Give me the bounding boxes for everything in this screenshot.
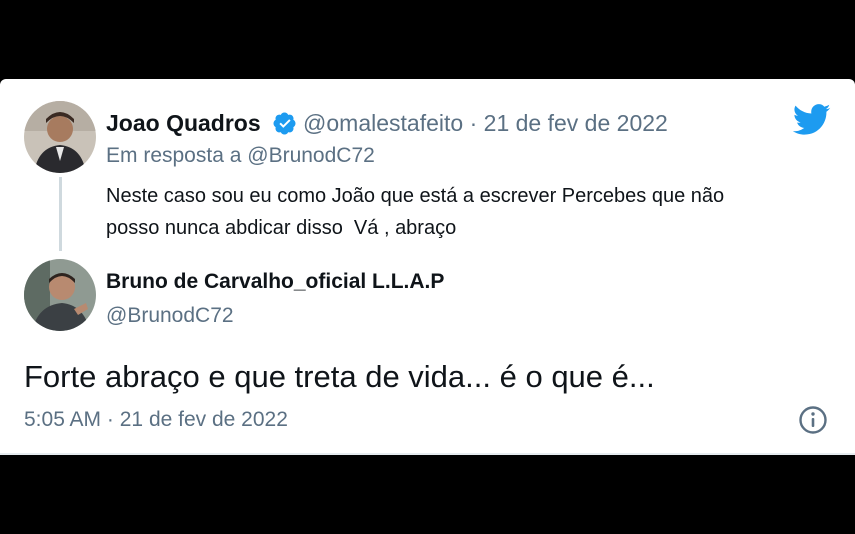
tweet-time[interactable]: 5:05 AM xyxy=(24,408,101,431)
main-author-name[interactable]: Bruno de Carvalho_oficial L.L.A.P xyxy=(106,269,444,295)
tweet-card: Joao Quadros @omalestafeito · 21 de fev … xyxy=(0,79,855,455)
reply-text-line: Neste caso sou eu como João que está a e… xyxy=(106,185,725,207)
reply-author-handle[interactable]: @omalestafeito xyxy=(303,110,463,136)
thread-connector-line xyxy=(59,177,62,251)
reply-tweet-header: Joao Quadros @omalestafeito · 21 de fev … xyxy=(106,109,668,137)
reply-tweet-date[interactable]: 21 de fev de 2022 xyxy=(484,110,668,136)
reply-text-line: posso nunca abdicar disso Vá , abraço xyxy=(106,217,457,239)
twitter-bird-icon[interactable] xyxy=(793,104,831,136)
tweet-date[interactable]: 21 de fev de 2022 xyxy=(120,408,288,431)
avatar[interactable] xyxy=(24,101,96,173)
meta-separator: · xyxy=(106,408,114,431)
reply-author-name[interactable]: Joao Quadros xyxy=(106,110,261,136)
replying-to-label: Em resposta a xyxy=(106,144,242,167)
main-author-handle[interactable]: @BrunodC72 xyxy=(106,303,234,329)
main-tweet-text: Forte abraço e que treta de vida... é o … xyxy=(24,359,655,394)
reply-tweet-text: Neste caso sou eu como João que está a e… xyxy=(106,180,826,244)
card-bottom-divider xyxy=(0,453,855,455)
replying-to-line: Em resposta a @BrunodC72 xyxy=(106,143,375,169)
tweet-timestamp[interactable]: 5:05 AM · 21 de fev de 2022 xyxy=(24,407,288,433)
replying-to-handle[interactable]: @BrunodC72 xyxy=(247,144,375,167)
reply-meta-separator: · xyxy=(469,110,478,136)
avatar[interactable] xyxy=(24,259,96,331)
verified-badge-icon xyxy=(273,112,296,135)
info-icon[interactable] xyxy=(797,404,829,436)
